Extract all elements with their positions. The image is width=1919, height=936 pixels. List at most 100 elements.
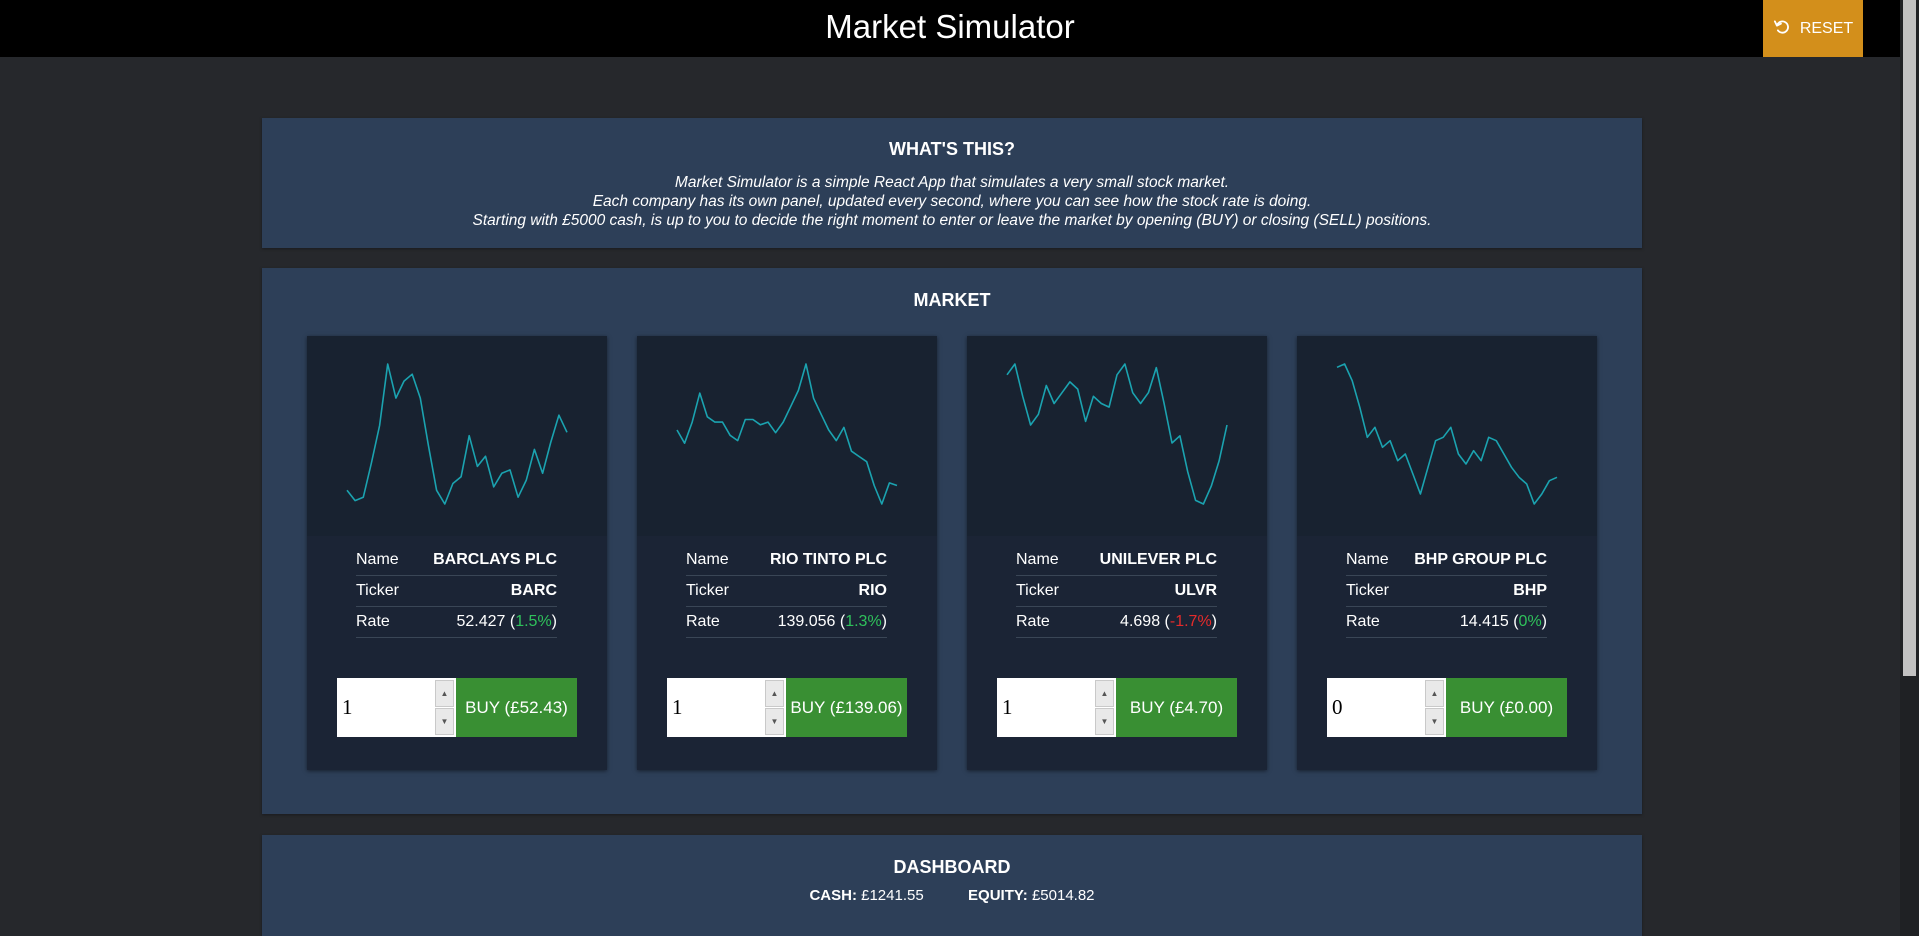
ticker-row: Ticker BARC [356, 576, 557, 607]
market-panel: MARKET Name BARCLAYS PLC Ticker BARC Rate 52.… [262, 268, 1642, 814]
ticker-value: ULVR [1174, 582, 1217, 599]
company-name: BARCLAYS PLC [433, 551, 557, 568]
spinner[interactable]: ▲ ▼ [1425, 680, 1444, 735]
name-row: Name RIO TINTO PLC [686, 545, 887, 576]
rate-line [1336, 363, 1558, 505]
name-row: Name BHP GROUP PLC [1346, 545, 1547, 576]
rate-value: 139.056 [777, 613, 836, 630]
increment-arrow-icon[interactable]: ▲ [1095, 680, 1114, 707]
quantity-stepper[interactable]: ▲▼ [997, 678, 1116, 737]
rate-row: Rate 14.415 (0%) [1346, 607, 1547, 638]
intro-line: Starting with £5000 cash, is up to you t… [472, 212, 1432, 229]
sparkline-svg [1006, 363, 1228, 505]
name-row: Name BARCLAYS PLC [356, 545, 557, 576]
rate-line [346, 363, 568, 505]
increment-arrow-icon[interactable]: ▲ [765, 680, 784, 707]
stock-info: Name UNILEVER PLC Ticker ULVR Rate 4.698 (-1.… [1016, 545, 1217, 638]
rate-line [1006, 363, 1228, 505]
increment-arrow-icon[interactable]: ▲ [1425, 680, 1444, 707]
decrement-arrow-icon[interactable]: ▼ [1425, 708, 1444, 735]
rate-row: Rate 4.698 (-1.7%) [1016, 607, 1217, 638]
intro-text: Market Simulator is a simple React App t… [262, 173, 1642, 230]
trade-controls: ▲▼BUY (£52.43) [337, 678, 577, 737]
stock-chart [637, 336, 937, 536]
quantity-stepper[interactable]: ▲▼ [337, 678, 456, 737]
quantity-stepper[interactable]: ▲▼ [667, 678, 786, 737]
quantity-stepper[interactable]: ▲▼ [1327, 678, 1446, 737]
buy-button[interactable]: BUY (£139.06) [786, 678, 907, 737]
page-scrollbar[interactable] [1900, 0, 1919, 936]
spinner[interactable]: ▲ ▼ [765, 680, 784, 735]
stock-card: Name BHP GROUP PLC Ticker BHP Rate 14.415 (0%… [1297, 336, 1597, 770]
rate-label: Rate [1346, 613, 1380, 630]
scrollbar-thumb[interactable] [1903, 0, 1916, 676]
rate-label: Rate [686, 613, 720, 630]
decrement-arrow-icon[interactable]: ▼ [435, 708, 454, 735]
quantity-input[interactable] [997, 678, 1097, 737]
ticker-value: RIO [858, 582, 887, 599]
name-label: Name [1016, 551, 1059, 568]
decrement-arrow-icon[interactable]: ▼ [1095, 708, 1114, 735]
name-label: Name [356, 551, 399, 568]
equity-value: £5014.82 [1031, 887, 1095, 904]
stock-info: Name BHP GROUP PLC Ticker BHP Rate 14.415 (0%… [1346, 545, 1547, 638]
dashboard-panel: DASHBOARD CASH: £1241.55 EQUITY: £5014.8… [262, 835, 1642, 936]
cash-value: £1241.55 [861, 887, 924, 904]
buy-button[interactable]: BUY (£4.70) [1116, 678, 1237, 737]
increment-arrow-icon[interactable]: ▲ [435, 680, 454, 707]
ticker-label: Ticker [356, 582, 399, 599]
spinner[interactable]: ▲ ▼ [435, 680, 454, 735]
top-bar: Market Simulator [0, 0, 1900, 57]
company-name: RIO TINTO PLC [769, 551, 887, 568]
quantity-input[interactable] [1327, 678, 1427, 737]
rate-value: 4.698 [1120, 613, 1161, 630]
ticker-row: Ticker ULVR [1016, 576, 1217, 607]
quantity-input[interactable] [337, 678, 437, 737]
ticker-label: Ticker [686, 582, 729, 599]
app-title: Market Simulator [825, 8, 1075, 45]
cash-label: CASH: [809, 887, 857, 904]
market-title: MARKET [913, 290, 991, 310]
intro-line: Each company has its own panel, updated … [592, 193, 1312, 210]
dashboard-summary: CASH: £1241.55 EQUITY: £5014.82 [262, 887, 1642, 904]
intro-title: WHAT'S THIS? [889, 139, 1015, 159]
stock-card: Name RIO TINTO PLC Ticker RIO Rate 139.056 (1… [637, 336, 937, 770]
company-name: BHP GROUP PLC [1414, 551, 1547, 568]
rate-change: 1.5% [515, 613, 552, 630]
ticker-label: Ticker [1346, 582, 1389, 599]
name-row: Name UNILEVER PLC [1016, 545, 1217, 576]
stock-chart [1297, 336, 1597, 536]
reset-button[interactable]: RESET [1763, 0, 1863, 57]
decrement-arrow-icon[interactable]: ▼ [765, 708, 784, 735]
rate-display: 52.427 (1.5%) [456, 613, 557, 630]
name-label: Name [686, 551, 729, 568]
rate-display: 14.415 (0%) [1459, 613, 1547, 630]
buy-button[interactable]: BUY (£0.00) [1446, 678, 1567, 737]
rate-label: Rate [356, 613, 390, 630]
trade-controls: ▲▼BUY (£139.06) [667, 678, 907, 737]
sparkline-svg [346, 363, 568, 505]
equity-label: EQUITY: [968, 887, 1028, 904]
reset-label: RESET [1799, 19, 1854, 37]
trade-controls: ▲▼BUY (£0.00) [1327, 678, 1567, 737]
quantity-input[interactable] [667, 678, 767, 737]
intro-line: Market Simulator is a simple React App t… [674, 174, 1230, 191]
buy-button[interactable]: BUY (£52.43) [456, 678, 577, 737]
ticker-row: Ticker BHP [1346, 576, 1547, 607]
spinner[interactable]: ▲ ▼ [1095, 680, 1114, 735]
company-name: UNILEVER PLC [1099, 551, 1217, 568]
rate-display: 4.698 (-1.7%) [1120, 613, 1217, 630]
ticker-value: BHP [1513, 582, 1547, 599]
rate-row: Rate 139.056 (1.3%) [686, 607, 887, 638]
stock-info: Name BARCLAYS PLC Ticker BARC Rate 52.427 (1.… [356, 545, 557, 638]
rate-label: Rate [1016, 613, 1050, 630]
stock-card: Name UNILEVER PLC Ticker ULVR Rate 4.698 (-1.… [967, 336, 1267, 770]
rate-change: 1.3% [845, 613, 882, 630]
trade-controls: ▲▼BUY (£4.70) [997, 678, 1237, 737]
ticker-value: BARC [510, 582, 557, 599]
ticker-row: Ticker RIO [686, 576, 887, 607]
rate-value: 52.427 [456, 613, 506, 630]
stock-card: Name BARCLAYS PLC Ticker BARC Rate 52.427 (1.… [307, 336, 607, 770]
rate-value: 14.415 [1459, 613, 1509, 630]
dashboard-title: DASHBOARD [893, 857, 1011, 877]
